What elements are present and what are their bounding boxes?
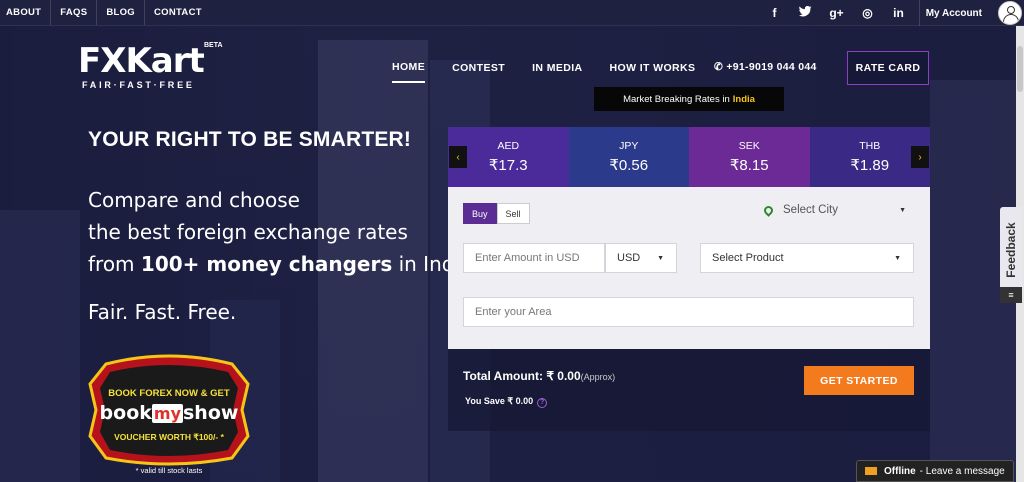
rate-code: SEK xyxy=(738,140,760,152)
top-link-contact[interactable]: CONTACT xyxy=(145,0,211,25)
instagram-icon[interactable]: ◎ xyxy=(852,6,883,20)
background-building xyxy=(0,210,80,482)
top-link-blog[interactable]: BLOG xyxy=(97,0,146,25)
top-links: ABOUT FAQS BLOG CONTACT xyxy=(0,0,211,25)
top-link-about[interactable]: ABOUT xyxy=(0,0,52,25)
nav-in-media[interactable]: IN MEDIA xyxy=(532,62,582,82)
market-bar-text: Market Breaking Rates in xyxy=(623,93,730,105)
chevron-down-icon: ▼ xyxy=(899,206,906,214)
main-nav: HOME CONTEST IN MEDIA HOW IT WORKS xyxy=(392,61,722,83)
bookmyshow-promo[interactable]: BOOK FOREX NOW & GET book my show VOUCHER … xyxy=(86,354,252,475)
live-chat-widget[interactable]: Offline - Leave a message xyxy=(856,460,1014,482)
chevron-down-icon: ▼ xyxy=(894,254,901,262)
google-plus-icon[interactable]: g+ xyxy=(821,6,852,20)
nav-how-it-works[interactable]: HOW IT WORKS xyxy=(610,62,696,82)
total-amount: Total Amount: ₹ 0.00(Approx) xyxy=(463,369,616,383)
currency-select[interactable]: USD ▼ xyxy=(605,243,677,273)
market-breaking-bar: Market Breaking Rates in India xyxy=(594,87,784,111)
hero-headline: YOUR RIGHT TO BE SMARTER! xyxy=(88,128,412,151)
twitter-icon[interactable] xyxy=(790,5,821,20)
scrollbar-thumb[interactable] xyxy=(1017,46,1023,92)
carousel-next-arrow-icon[interactable]: › xyxy=(911,146,929,168)
linkedin-icon[interactable]: in xyxy=(883,6,914,20)
sell-button[interactable]: Sell xyxy=(496,203,530,224)
nav-home[interactable]: HOME xyxy=(392,61,426,83)
feedback-tab[interactable]: Feedback ≡ xyxy=(1000,207,1022,303)
rate-code: JPY xyxy=(619,140,639,152)
rate-card-sek[interactable]: SEK ₹8.15 xyxy=(689,127,810,187)
logo-brand: FXKart xyxy=(78,41,205,81)
rate-value: ₹0.56 xyxy=(609,157,649,174)
chat-status: Offline xyxy=(884,465,916,477)
market-bar-country: India xyxy=(732,93,755,105)
logo-beta: BETA xyxy=(204,42,223,49)
select-city-label: Select City xyxy=(783,204,838,216)
nav-contest[interactable]: CONTEST xyxy=(452,62,505,82)
phone-icon: ✆ xyxy=(714,61,727,73)
hero-copy: Compare and choose the best foreign exch… xyxy=(88,184,479,280)
hero-slogan: Fair. Fast. Free. xyxy=(88,300,237,324)
carousel-prev-arrow-icon[interactable]: ‹ xyxy=(449,146,467,168)
rate-card-button[interactable]: RATE CARD xyxy=(847,51,929,85)
area-input[interactable]: Enter your Area xyxy=(463,297,914,327)
amount-input[interactable]: Enter Amount in USD xyxy=(463,243,605,273)
rate-value: ₹17.3 xyxy=(488,157,528,174)
phone-text: +91-9019 044 044 xyxy=(726,61,817,73)
sliders-icon: ≡ xyxy=(1000,287,1022,303)
my-account-link[interactable]: My Account xyxy=(918,0,988,26)
promo-footnote: * valid till stock lasts xyxy=(135,466,203,475)
buy-sell-toggle: Buy Sell xyxy=(463,203,530,224)
select-city-dropdown[interactable]: Select City ▼ xyxy=(762,203,914,217)
totals-panel: Total Amount: ₹ 0.00(Approx) You Save ₹ … xyxy=(448,349,930,431)
you-save: You Save ₹ 0.00? xyxy=(465,396,548,408)
exchange-form: Buy Sell Select City ▼ Enter Amount in U… xyxy=(448,187,930,349)
rate-code: THB xyxy=(859,140,881,152)
product-select[interactable]: Select Product ▼ xyxy=(700,243,914,273)
rate-code: AED xyxy=(497,140,520,152)
total-value: ₹ 0.00 xyxy=(546,369,581,383)
hero-line-1: Compare and choose xyxy=(88,188,300,212)
product-placeholder: Select Product xyxy=(712,252,784,264)
fxkart-logo[interactable]: FXKart BETA FAIR·FAST·FREE xyxy=(78,41,238,92)
rates-carousel: AED ₹17.3 JPY ₹0.56 SEK ₹8.15 THB ₹1.89 xyxy=(448,127,930,187)
social-links: f g+ ◎ in xyxy=(759,0,914,26)
logo-tagline: FAIR·FAST·FREE xyxy=(82,80,195,90)
location-pin-icon xyxy=(762,203,775,217)
rate-value: ₹1.89 xyxy=(850,157,890,174)
top-link-faqs[interactable]: FAQS xyxy=(51,0,98,25)
facebook-icon[interactable]: f xyxy=(759,6,790,20)
top-bar: ABOUT FAQS BLOG CONTACT f g+ ◎ in My Acc… xyxy=(0,0,1024,26)
hero-line-2: the best foreign exchange rates xyxy=(88,220,408,244)
buy-button[interactable]: Buy xyxy=(463,203,497,224)
chat-message: - Leave a message xyxy=(919,465,1005,477)
feedback-label: Feedback xyxy=(1004,222,1018,278)
rate-value: ₹8.15 xyxy=(729,157,769,174)
hero-line-3: from 100+ money changers in India. xyxy=(88,252,479,276)
rate-card-jpy[interactable]: JPY ₹0.56 xyxy=(568,127,689,187)
save-value: ₹ 0.00 xyxy=(507,396,534,406)
get-started-button[interactable]: GET STARTED xyxy=(804,366,914,395)
phone-number[interactable]: ✆ +91-9019 044 044 xyxy=(714,61,817,73)
promo-line-1: BOOK FOREX NOW & GET xyxy=(108,388,230,399)
currency-value: USD xyxy=(617,252,641,264)
info-icon[interactable]: ? xyxy=(537,398,548,408)
promo-brand: book my show xyxy=(99,402,239,424)
promo-line-3: VOUCHER WORTH ₹100/- * xyxy=(114,432,224,442)
approx-label: (Approx) xyxy=(580,372,616,382)
user-avatar-icon[interactable] xyxy=(998,1,1022,25)
envelope-icon xyxy=(865,467,877,475)
chevron-down-icon: ▼ xyxy=(657,254,664,262)
